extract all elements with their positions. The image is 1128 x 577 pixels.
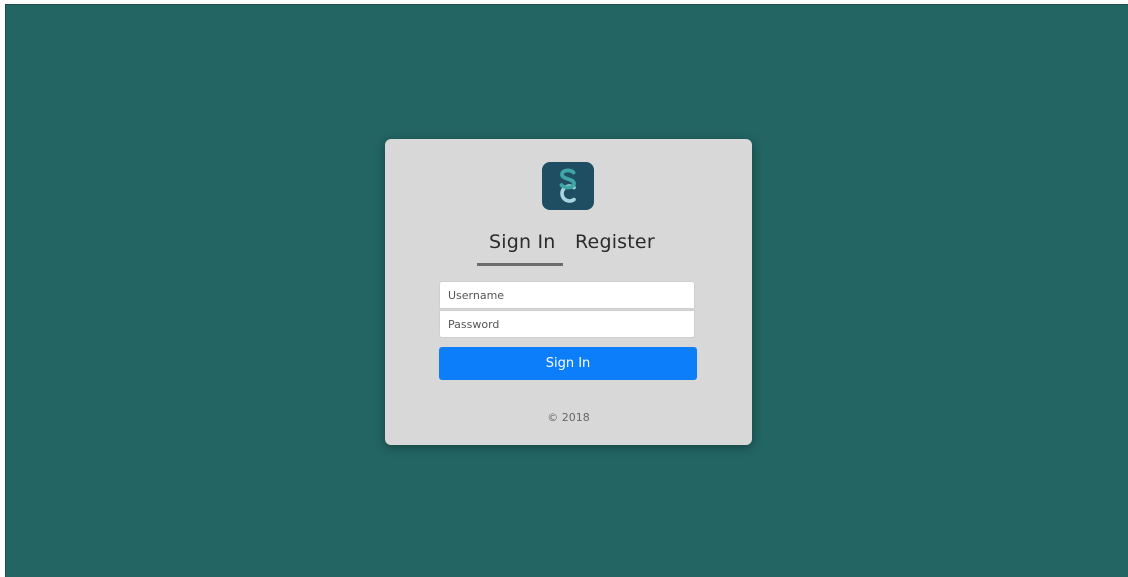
auth-tabs: Sign In Register xyxy=(385,231,752,271)
sc-logo-icon xyxy=(542,162,594,210)
credentials-group xyxy=(439,281,697,341)
username-input[interactable] xyxy=(439,281,695,309)
sc-logo-graphic xyxy=(559,168,576,203)
password-input[interactable] xyxy=(439,310,695,338)
copyright-footer: © 2018 xyxy=(547,411,590,424)
tab-register[interactable]: Register xyxy=(575,231,655,253)
active-tab-indicator xyxy=(477,263,563,266)
login-card: Sign In Register Sign In © 2018 xyxy=(385,139,752,445)
tab-sign-in[interactable]: Sign In xyxy=(489,231,556,253)
page-background: Sign In Register Sign In © 2018 xyxy=(5,4,1128,577)
sign-in-button[interactable]: Sign In xyxy=(439,347,697,380)
